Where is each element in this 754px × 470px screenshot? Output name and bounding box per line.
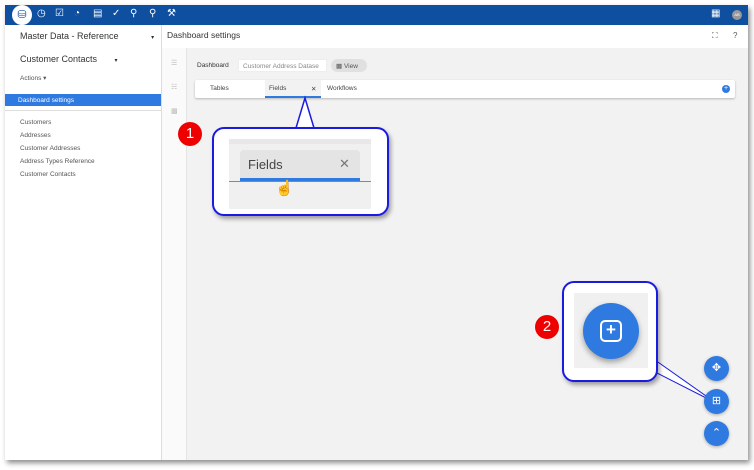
close-icon: ✕: [339, 156, 350, 171]
callout-1-zoom: Fields ✕ ☝: [229, 139, 371, 209]
plus-square-icon: +: [600, 320, 622, 342]
hand-cursor-icon: ☝: [275, 180, 294, 197]
zoomed-fields-label: Fields: [248, 157, 283, 172]
step-badge-2: 2: [535, 315, 559, 339]
plus-square-icon: ⊞: [711, 395, 722, 407]
scroll-up-button[interactable]: ⌃: [704, 421, 729, 446]
callout-2-zoom: +: [574, 293, 648, 368]
add-widget-button[interactable]: ⊞: [704, 389, 729, 414]
callout-1: Fields ✕ ☝: [212, 127, 389, 216]
move-button[interactable]: ✥: [704, 356, 729, 381]
chevron-up-icon: ⌃: [711, 427, 722, 439]
callout-1-pointer: [294, 95, 316, 129]
callout-pointers: [294, 95, 717, 404]
callout-2: +: [562, 281, 658, 382]
zoomed-add-widget-button: +: [583, 303, 639, 359]
step-badge-1: 1: [178, 122, 202, 146]
zoomed-fields-tab: Fields ✕: [240, 150, 360, 181]
move-icon: ✥: [711, 362, 722, 374]
